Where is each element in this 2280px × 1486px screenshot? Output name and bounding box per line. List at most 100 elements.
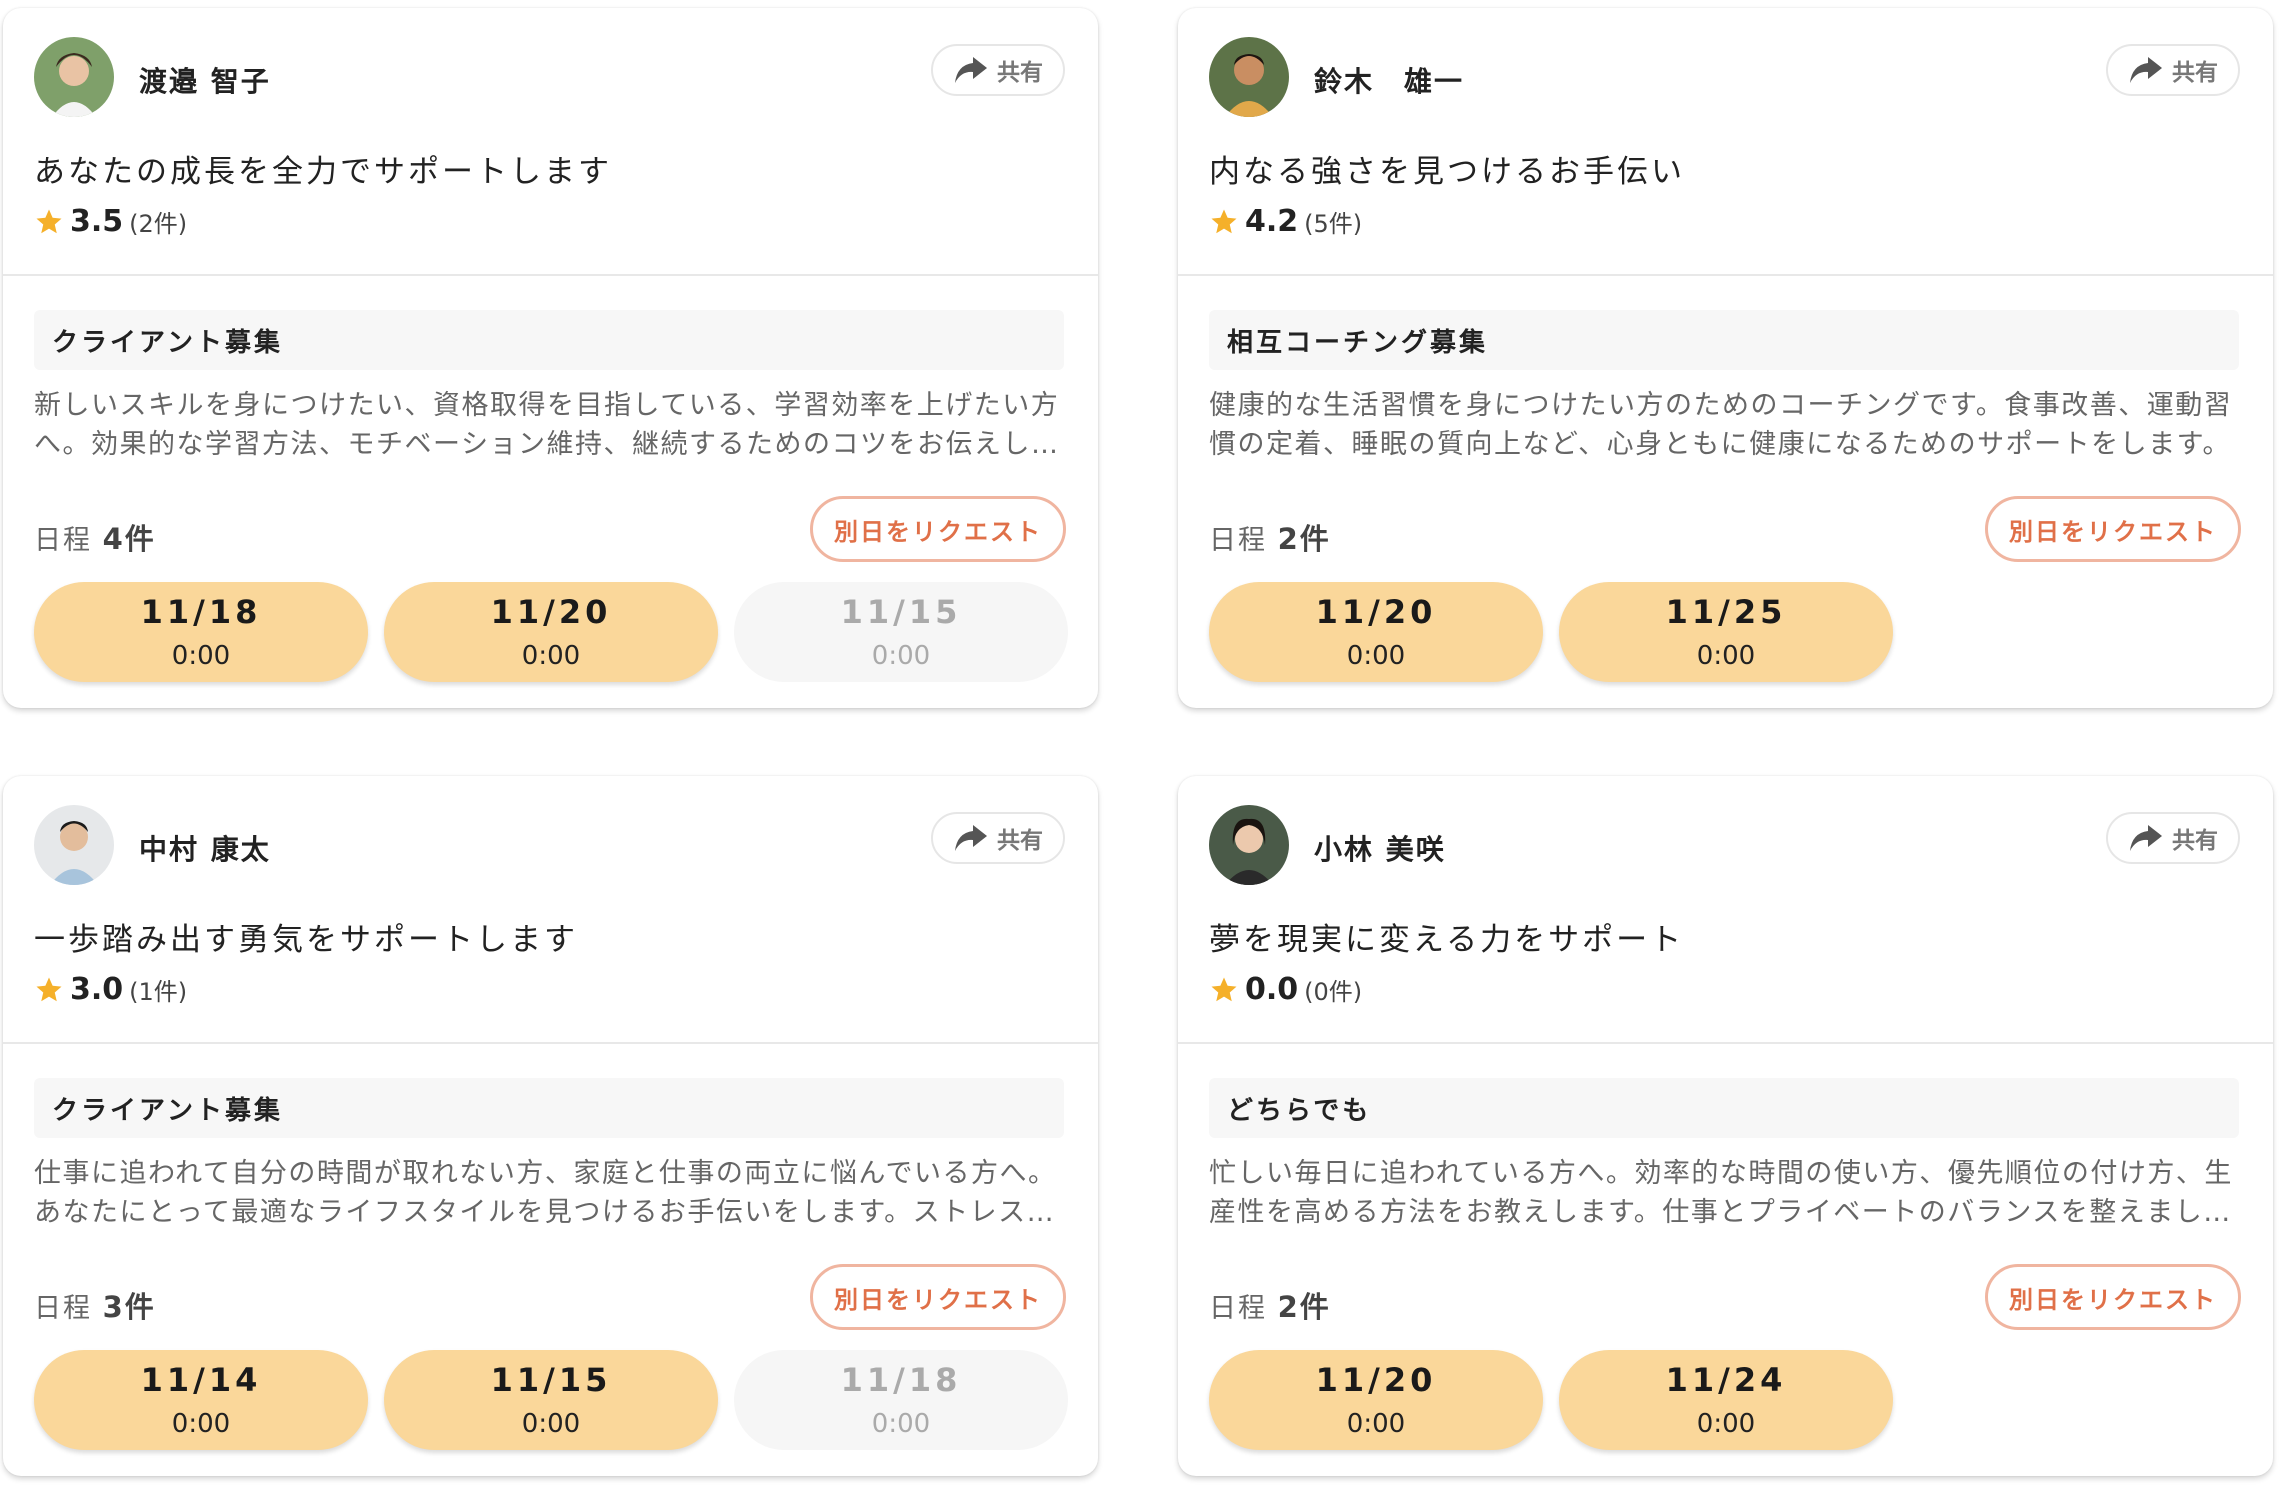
date-slot-button[interactable]: 11/15 0:00 (384, 1350, 718, 1450)
coach-card[interactable]: 中村 康太 共有 一歩踏み出す勇気をサポートします 3.0 (1件) クライアン… (3, 776, 1098, 1476)
date-slot-button[interactable]: 11/24 0:00 (1559, 1350, 1893, 1450)
date-slot-button-disabled: 11/18 0:00 (734, 1350, 1068, 1450)
description: 健康的な生活習慣を身につけたい方のためのコーチングです。食事改善、運動習慣の定着… (1209, 390, 2233, 460)
category-badge: どちらでも (1209, 1078, 2239, 1138)
slot-date: 11/18 (840, 1361, 962, 1399)
schedule-count: 2件 (1277, 1290, 1331, 1324)
schedule-count: 3件 (102, 1290, 156, 1324)
avatar[interactable] (34, 37, 114, 117)
description: 忙しい毎日に追われている方へ。効率的な時間の使い方、優先順位の付け方、生産性を高… (1209, 1158, 2233, 1228)
card-title: あなたの成長を全力でサポートします (34, 154, 612, 190)
star-icon (1211, 977, 1237, 1001)
rating-score: 3.0 (70, 972, 124, 1007)
coach-card[interactable]: 鈴木 雄一 共有 内なる強さを見つけるお手伝い 4.2 (5件) 相互コーチング… (1178, 8, 2273, 708)
slot-time: 0:00 (521, 1409, 581, 1439)
avatar[interactable] (1209, 37, 1289, 117)
slot-time: 0:00 (1696, 1409, 1756, 1439)
share-arrow-icon (955, 825, 987, 851)
avatar[interactable] (34, 805, 114, 885)
rating-score: 0.0 (1245, 972, 1299, 1007)
slot-time: 0:00 (1346, 1409, 1406, 1439)
date-slot-button[interactable]: 11/25 0:00 (1559, 582, 1893, 682)
description: 新しいスキルを身につけたい、資格取得を目指している、学習効率を上げたい方へ。効果… (34, 390, 1060, 460)
slot-list: 11/20 0:00 11/25 0:00 (1209, 582, 1893, 682)
schedule-label: 日程 4件 (34, 516, 156, 558)
request-other-date-button[interactable]: 別日をリクエスト (810, 1264, 1066, 1330)
request-other-date-button[interactable]: 別日をリクエスト (1985, 1264, 2241, 1330)
card-title: 内なる強さを見つけるお手伝い (1209, 154, 1685, 190)
slot-date: 11/24 (1665, 1361, 1787, 1399)
slot-list: 11/20 0:00 11/24 0:00 (1209, 1350, 1893, 1450)
category-badge: 相互コーチング募集 (1209, 310, 2239, 370)
card-title: 夢を現実に変える力をサポート (1209, 922, 1685, 958)
card-header: 渡邉 智子 共有 あなたの成長を全力でサポートします 3.5 (2件) (3, 8, 1098, 276)
rating: 4.2 (5件) (1209, 204, 1362, 239)
slot-date: 11/20 (1315, 1361, 1437, 1399)
request-other-date-button[interactable]: 別日をリクエスト (810, 496, 1066, 562)
coach-card[interactable]: 渡邉 智子 共有 あなたの成長を全力でサポートします 3.5 (2件) クライア… (3, 8, 1098, 708)
share-label: 共有 (997, 60, 1043, 86)
schedule-prefix: 日程 (1209, 1293, 1267, 1324)
card-title: 一歩踏み出す勇気をサポートします (34, 922, 578, 958)
coach-card[interactable]: 小林 美咲 共有 夢を現実に変える力をサポート 0.0 (0件) どちらでも 忙… (1178, 776, 2273, 1476)
schedule-count: 4件 (102, 522, 156, 556)
slot-date: 11/18 (140, 593, 262, 631)
slot-date: 11/15 (840, 593, 962, 631)
slot-date: 11/20 (1315, 593, 1437, 631)
slot-list: 11/14 0:00 11/15 0:00 11/18 0:00 (34, 1350, 1068, 1450)
coach-name: 鈴木 雄一 (1314, 65, 1465, 98)
schedule-prefix: 日程 (34, 1293, 92, 1324)
date-slot-button[interactable]: 11/20 0:00 (384, 582, 718, 682)
description: 仕事に追われて自分の時間が取れない方、家庭と仕事の両立に悩んでいる方へ。あなたに… (34, 1158, 1057, 1228)
schedule-prefix: 日程 (34, 525, 92, 556)
schedule-count: 2件 (1277, 522, 1331, 556)
review-count: (2件) (129, 210, 188, 238)
share-button[interactable]: 共有 (931, 44, 1065, 96)
share-button[interactable]: 共有 (2106, 44, 2240, 96)
date-slot-button[interactable]: 11/18 0:00 (34, 582, 368, 682)
date-slot-button-disabled: 11/15 0:00 (734, 582, 1068, 682)
slot-time: 0:00 (871, 641, 931, 671)
request-other-date-button[interactable]: 別日をリクエスト (1985, 496, 2241, 562)
card-header: 中村 康太 共有 一歩踏み出す勇気をサポートします 3.0 (1件) (3, 776, 1098, 1044)
schedule-label: 日程 3件 (34, 1284, 156, 1326)
coach-name: 小林 美咲 (1314, 833, 1446, 866)
rating: 0.0 (0件) (1209, 972, 1362, 1007)
slot-date: 11/25 (1665, 593, 1787, 631)
slot-time: 0:00 (521, 641, 581, 671)
review-count: (0件) (1304, 978, 1363, 1006)
share-arrow-icon (955, 57, 987, 83)
category-badge: クライアント募集 (34, 1078, 1064, 1138)
rating-score: 4.2 (1245, 204, 1299, 239)
card-body: 相互コーチング募集 健康的な生活習慣を身につけたい方のためのコーチングです。食事… (1178, 276, 2273, 708)
card-body: クライアント募集 新しいスキルを身につけたい、資格取得を目指している、学習効率を… (3, 276, 1098, 708)
card-header: 鈴木 雄一 共有 内なる強さを見つけるお手伝い 4.2 (5件) (1178, 8, 2273, 276)
slot-date: 11/20 (490, 593, 612, 631)
star-icon (36, 977, 62, 1001)
slot-time: 0:00 (171, 641, 231, 671)
star-icon (1211, 209, 1237, 233)
rating: 3.0 (1件) (34, 972, 187, 1007)
card-header: 小林 美咲 共有 夢を現実に変える力をサポート 0.0 (0件) (1178, 776, 2273, 1044)
share-label: 共有 (997, 828, 1043, 854)
share-arrow-icon (2130, 57, 2162, 83)
share-label: 共有 (2172, 828, 2218, 854)
share-button[interactable]: 共有 (931, 812, 1065, 864)
rating-score: 3.5 (70, 204, 124, 239)
coach-name: 渡邉 智子 (139, 65, 271, 98)
card-body: クライアント募集 仕事に追われて自分の時間が取れない方、家庭と仕事の両立に悩んで… (3, 1044, 1098, 1476)
share-button[interactable]: 共有 (2106, 812, 2240, 864)
schedule-label: 日程 2件 (1209, 1284, 1331, 1326)
date-slot-button[interactable]: 11/20 0:00 (1209, 582, 1543, 682)
coach-card-grid: 渡邉 智子 共有 あなたの成長を全力でサポートします 3.5 (2件) クライア… (0, 0, 2280, 1486)
date-slot-button[interactable]: 11/20 0:00 (1209, 1350, 1543, 1450)
star-icon (36, 209, 62, 233)
category-badge: クライアント募集 (34, 310, 1064, 370)
slot-date: 11/14 (140, 1361, 262, 1399)
review-count: (1件) (129, 978, 188, 1006)
date-slot-button[interactable]: 11/14 0:00 (34, 1350, 368, 1450)
avatar[interactable] (1209, 805, 1289, 885)
card-body: どちらでも 忙しい毎日に追われている方へ。効率的な時間の使い方、優先順位の付け方… (1178, 1044, 2273, 1476)
slot-time: 0:00 (171, 1409, 231, 1439)
review-count: (5件) (1304, 210, 1363, 238)
